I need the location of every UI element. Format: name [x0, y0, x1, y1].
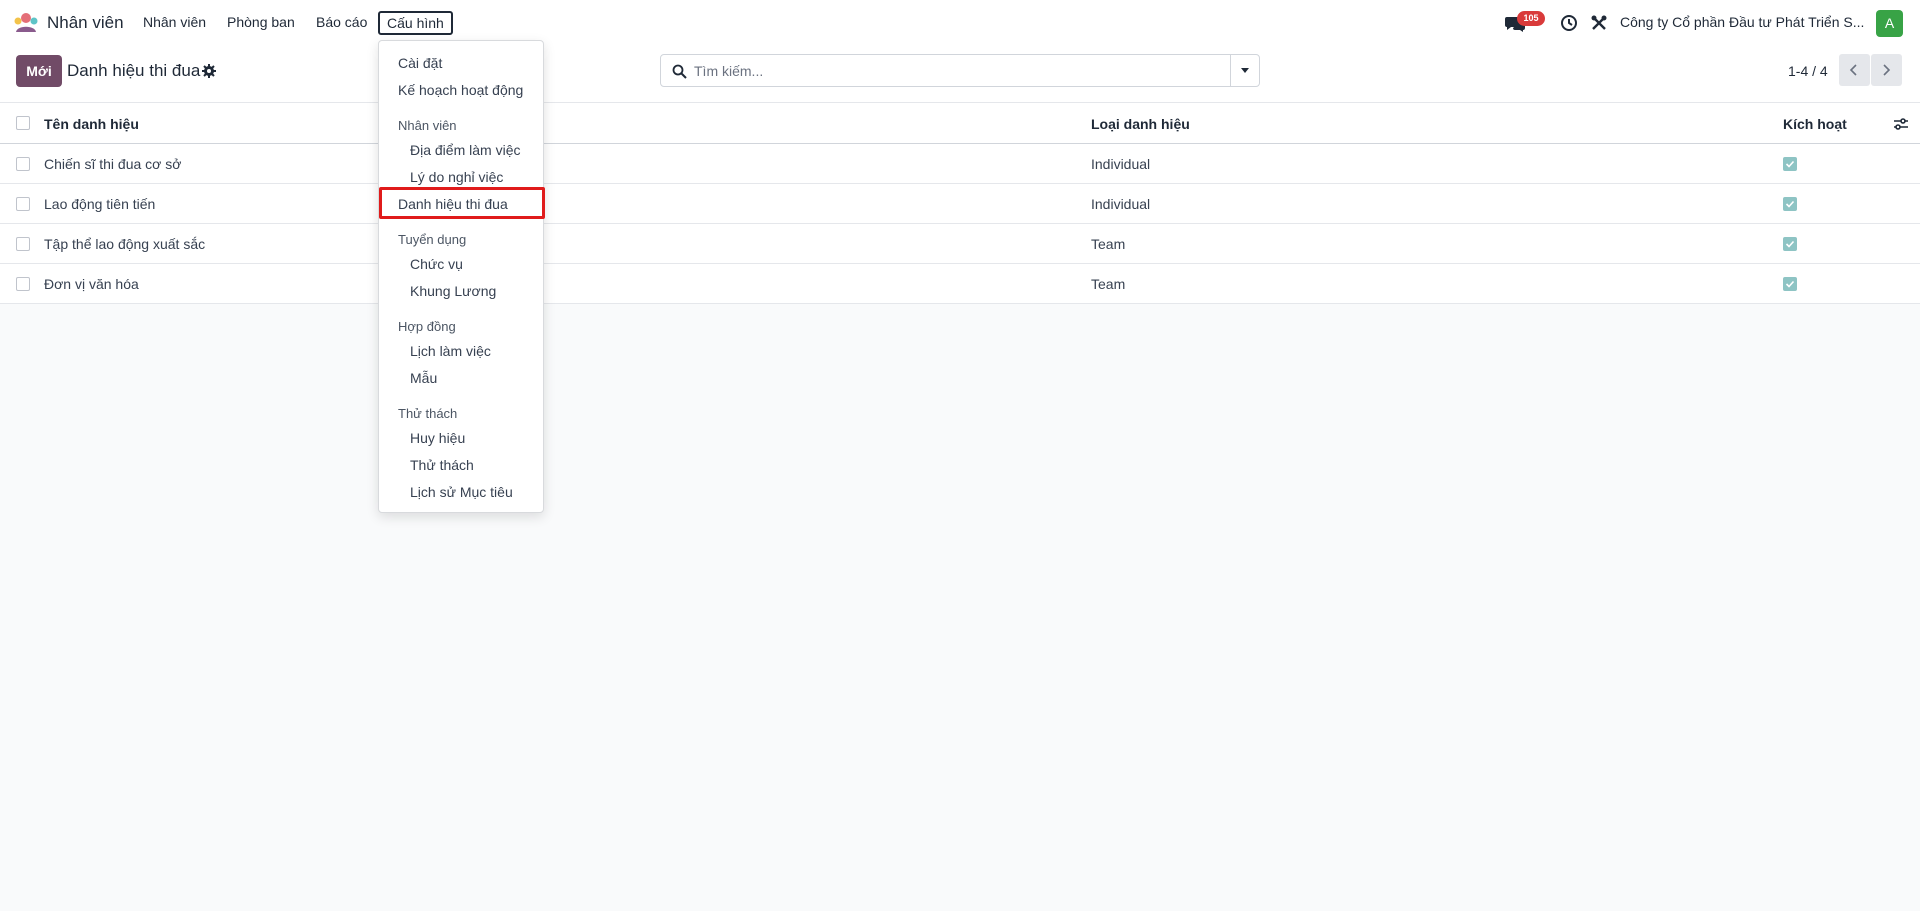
- menu-nhan-vien[interactable]: Nhân viên: [135, 11, 214, 35]
- menu-item-work-locations[interactable]: Địa điểm làm việc: [410, 142, 520, 158]
- check-icon: [1785, 200, 1795, 208]
- highlight-box: [379, 187, 545, 219]
- column-header-active[interactable]: Kích hoạt: [1783, 116, 1847, 132]
- cell-type: Team: [1091, 276, 1126, 292]
- messages-badge: 105: [1517, 11, 1545, 26]
- clock-icon[interactable]: [1558, 12, 1580, 34]
- menu-section-recruitment: Tuyển dụng: [398, 232, 467, 247]
- chevron-right-icon: [1883, 64, 1891, 76]
- menu-item-settings[interactable]: Cài đặt: [398, 55, 442, 71]
- table-row[interactable]: Tập thể lao động xuất sắc Team: [0, 224, 1920, 264]
- active-checkbox: [1783, 197, 1797, 211]
- menu-section-employees: Nhân viên: [398, 118, 457, 133]
- cell-type: Individual: [1091, 196, 1151, 212]
- search-options-toggle[interactable]: [1230, 55, 1259, 86]
- check-icon: [1785, 280, 1795, 288]
- row-checkbox[interactable]: [16, 157, 30, 171]
- select-all-checkbox[interactable]: [16, 116, 30, 130]
- table-header: Tên danh hiệu Loại danh hiệu Kích hoạt: [0, 103, 1920, 144]
- menu-item-templates[interactable]: Mẫu: [410, 370, 437, 386]
- new-button[interactable]: Mới: [16, 55, 62, 87]
- pager-previous-button[interactable]: [1839, 54, 1870, 86]
- search-input[interactable]: [694, 55, 1209, 86]
- control-panel: Mới Danh hiệu thi đua 1-4 / 4: [0, 46, 1920, 103]
- row-checkbox[interactable]: [16, 277, 30, 291]
- menu-item-salary-scale[interactable]: Khung Lương: [410, 283, 496, 299]
- check-icon: [1785, 160, 1795, 168]
- app-name[interactable]: Nhân viên: [47, 13, 124, 33]
- cell-name: Chiến sĩ thi đua cơ sở: [44, 156, 182, 172]
- pager-value[interactable]: 1-4 / 4: [1788, 63, 1828, 79]
- row-checkbox[interactable]: [16, 237, 30, 251]
- app-logo-icon[interactable]: [13, 12, 39, 32]
- active-checkbox: [1783, 277, 1797, 291]
- table-row[interactable]: Chiến sĩ thi đua cơ sở Individual: [0, 144, 1920, 184]
- check-icon: [1785, 240, 1795, 248]
- tools-icon[interactable]: [1588, 12, 1610, 34]
- menu-item-working-schedules[interactable]: Lịch làm việc: [410, 343, 491, 359]
- menu-bao-cao[interactable]: Báo cáo: [308, 11, 375, 35]
- menu-item-departure-reasons[interactable]: Lý do nghỉ việc: [410, 169, 503, 185]
- cell-name: Lao động tiên tiến: [44, 196, 156, 212]
- list-view: Tên danh hiệu Loại danh hiệu Kích hoạt C…: [0, 103, 1920, 304]
- active-checkbox: [1783, 157, 1797, 171]
- avatar[interactable]: A: [1876, 10, 1903, 37]
- cell-name: Tập thể lao động xuất sắc: [44, 236, 206, 252]
- breadcrumb: Danh hiệu thi đua: [67, 61, 201, 80]
- optional-columns-icon[interactable]: [1893, 116, 1909, 132]
- search-box: [660, 54, 1260, 87]
- menu-item-activity-plans[interactable]: Kế hoạch hoạt động: [398, 82, 523, 98]
- company-name[interactable]: Công ty Cổ phần Đầu tư Phát Triển S...: [1620, 14, 1864, 30]
- cell-type: Team: [1091, 236, 1126, 252]
- column-header-name[interactable]: Tên danh hiệu: [44, 116, 139, 132]
- column-header-type[interactable]: Loại danh hiệu: [1091, 116, 1190, 132]
- config-dropdown-menu: Cài đặt Kế hoạch hoạt động Nhân viên Địa…: [378, 40, 545, 513]
- menu-section-challenges: Thử thách: [398, 406, 458, 421]
- table-row[interactable]: Lao động tiên tiến Individual: [0, 184, 1920, 224]
- cell-name: Đơn vị văn hóa: [44, 276, 139, 292]
- menu-item-job-positions[interactable]: Chức vụ: [410, 256, 463, 272]
- active-checkbox: [1783, 237, 1797, 251]
- menu-item-badges[interactable]: Huy hiệu: [410, 430, 465, 446]
- gear-icon[interactable]: [202, 64, 216, 78]
- chevron-left-icon: [1849, 64, 1857, 76]
- cell-type: Individual: [1091, 156, 1151, 172]
- top-navbar: Nhân viên Nhân viên Phòng ban Báo cáo Cấ…: [0, 0, 1920, 46]
- menu-item-goal-history[interactable]: Lịch sử Mục tiêu: [410, 484, 513, 500]
- menu-phong-ban[interactable]: Phòng ban: [219, 11, 303, 35]
- table-row[interactable]: Đơn vị văn hóa Team: [0, 264, 1920, 304]
- menu-section-contracts: Hợp đồng: [398, 319, 456, 334]
- row-checkbox[interactable]: [16, 197, 30, 211]
- menu-item-challenges[interactable]: Thử thách: [410, 457, 474, 473]
- search-icon: [672, 64, 687, 79]
- pager-next-button[interactable]: [1871, 54, 1902, 86]
- menu-cau-hinh[interactable]: Cấu hình: [378, 11, 453, 35]
